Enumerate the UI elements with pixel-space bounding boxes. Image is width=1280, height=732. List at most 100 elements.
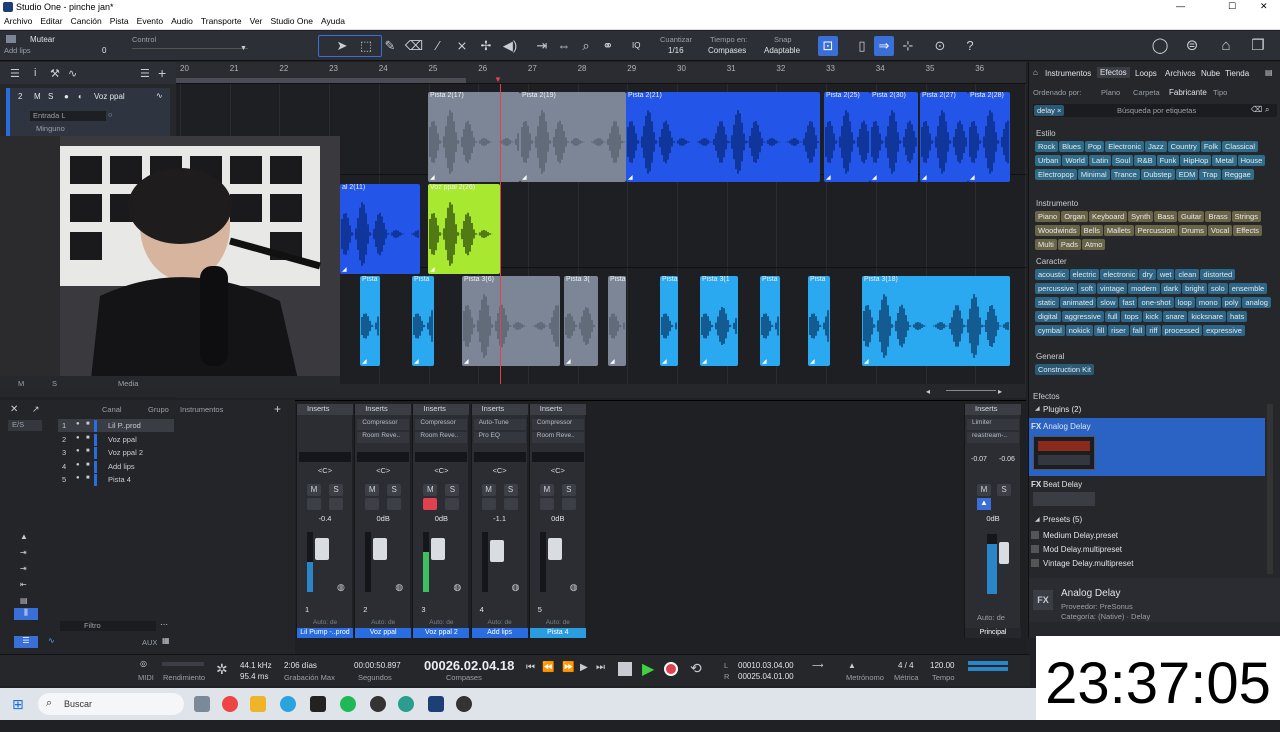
- solo-button[interactable]: S: [561, 484, 576, 496]
- tag-caracter[interactable]: poly: [1221, 297, 1242, 308]
- paint-tool-icon[interactable]: ⁄: [428, 36, 448, 56]
- master-auto-label[interactable]: Auto: de: [977, 613, 1005, 622]
- forward-icon[interactable]: ⏩: [562, 662, 574, 673]
- aux-toggle[interactable]: AUX: [142, 638, 157, 647]
- audio-clip[interactable]: Pista 3(18) ◢: [862, 276, 1010, 366]
- punch-icon[interactable]: ⟶: [812, 661, 823, 670]
- tag-estilo[interactable]: Electropop: [1035, 169, 1077, 180]
- settings-icon[interactable]: ✲: [216, 661, 228, 678]
- close-button[interactable]: ✕: [1260, 1, 1268, 12]
- preset-item[interactable]: Mod Delay.multipreset: [1029, 544, 1265, 556]
- record-button[interactable]: [664, 662, 678, 676]
- channel-name-label[interactable]: Add lips: [471, 628, 528, 638]
- menu-audio[interactable]: Audio: [167, 14, 197, 26]
- audio-clip[interactable]: Pista 2(25) ◢: [824, 92, 870, 182]
- tag-instrumento[interactable]: Strings: [1231, 211, 1261, 222]
- range-tool-icon[interactable]: ⬚: [356, 36, 376, 56]
- sort-plano[interactable]: Plano: [1101, 88, 1120, 97]
- listen-tool-icon[interactable]: ◀): [500, 36, 520, 56]
- tag-estilo[interactable]: Pop: [1084, 141, 1105, 152]
- record-arm-icon[interactable]: ●: [64, 92, 69, 101]
- tag-instrumento[interactable]: Atmo: [1081, 239, 1106, 250]
- tab-tienda[interactable]: Tienda: [1225, 69, 1249, 78]
- tag-estilo[interactable]: Rock: [1035, 141, 1059, 152]
- tag-estilo[interactable]: Electronic: [1105, 141, 1145, 152]
- grid-icon[interactable]: ▦: [162, 636, 170, 645]
- tag-estilo[interactable]: Trance: [1110, 169, 1140, 180]
- tag-caracter[interactable]: aggressive: [1061, 311, 1104, 322]
- chevron-down-icon[interactable]: ▼: [240, 45, 247, 52]
- track-row[interactable]: 2 M S ● ◐ Voz ppal ∿ Entrada L ○ Minguno: [6, 88, 170, 138]
- plugins-group[interactable]: ◢ Plugins (2): [1029, 404, 1267, 416]
- mute-button[interactable]: M: [365, 484, 380, 496]
- monitor-button[interactable]: [445, 498, 460, 510]
- tag-caracter[interactable]: digital: [1035, 311, 1061, 322]
- bend-tool-icon[interactable]: ✢: [476, 36, 496, 56]
- list-icon[interactable]: ☰: [140, 67, 150, 80]
- playhead-marker[interactable]: ▼: [494, 75, 502, 84]
- insert-slot[interactable]: Compressor: [415, 419, 468, 430]
- studio-one-icon[interactable]: [428, 696, 444, 712]
- clip-fade-icon[interactable]: ◢: [362, 358, 367, 365]
- menu-archivo[interactable]: Archivo: [0, 14, 36, 26]
- clip-fade-icon[interactable]: ◢: [522, 174, 527, 181]
- loop-end[interactable]: 00025.04.01.00: [738, 672, 794, 681]
- tag-caracter[interactable]: analog: [1242, 297, 1271, 308]
- audio-clip[interactable]: Pista 2(19) ◢: [520, 92, 626, 182]
- rewind-icon[interactable]: ⏪: [542, 662, 554, 673]
- wrench-icon[interactable]: ⚒: [50, 67, 60, 80]
- tag-estilo[interactable]: Classical: [1222, 141, 1259, 152]
- master-insert-1[interactable]: Limiter: [967, 419, 1019, 430]
- mute-button[interactable]: M: [481, 484, 496, 496]
- clip-fade-icon[interactable]: ◢: [810, 358, 815, 365]
- clip-fade-icon[interactable]: ◢: [566, 358, 571, 365]
- pan-knob-icon[interactable]: ◍: [453, 582, 461, 593]
- volume-fader[interactable]: [489, 540, 504, 562]
- metronome-icon[interactable]: ▲: [848, 661, 856, 670]
- tag-caracter[interactable]: mono: [1195, 297, 1221, 308]
- windows-start-icon[interactable]: ⊞: [12, 696, 24, 713]
- preset-item[interactable]: Medium Delay.preset: [1029, 530, 1265, 542]
- channel-name-label[interactable]: Voz ppal 2: [413, 628, 470, 638]
- tag-instrumento[interactable]: Pads: [1057, 239, 1081, 250]
- tag-caracter[interactable]: wet: [1156, 269, 1175, 280]
- arrow-tool-icon[interactable]: ➤: [332, 36, 352, 56]
- spotify-icon[interactable]: [340, 696, 356, 712]
- tag-caracter[interactable]: fill: [1094, 325, 1108, 336]
- tag-instrumento[interactable]: Effects: [1233, 225, 1263, 236]
- tempo-value[interactable]: 120.00: [930, 661, 954, 670]
- keyboard-view-icon[interactable]: ⫼: [14, 608, 38, 620]
- visibility-icon[interactable]: ●: [76, 421, 80, 427]
- eraser-tool-icon[interactable]: ⌫: [404, 36, 424, 56]
- clip-fade-icon[interactable]: ◢: [702, 358, 707, 365]
- more-icon[interactable]: ⋯: [160, 620, 168, 629]
- tag-caracter[interactable]: fall: [1129, 325, 1146, 336]
- snap-toggle-icon[interactable]: ⊡: [818, 36, 838, 56]
- tag-estilo[interactable]: Metal: [1212, 155, 1237, 166]
- search-icon[interactable]: ⌕: [1265, 105, 1269, 115]
- master-inserts-header[interactable]: Inserts: [965, 404, 1021, 415]
- pan-knob-icon[interactable]: ◍: [395, 582, 403, 593]
- timebase-select[interactable]: Compases: [708, 46, 746, 55]
- master-solo-button[interactable]: S: [997, 484, 1011, 496]
- automation-icon[interactable]: ∿: [68, 67, 77, 80]
- mute-button[interactable]: M: [539, 484, 554, 496]
- zoom-icon[interactable]: ⌕: [576, 36, 596, 56]
- volume-fader[interactable]: [315, 538, 329, 560]
- view-icon[interactable]: ■: [86, 462, 90, 468]
- tag-caracter[interactable]: clean: [1175, 269, 1200, 280]
- clip-fade-icon[interactable]: ◢: [628, 174, 633, 181]
- tag-caracter[interactable]: expressive: [1203, 325, 1245, 336]
- play-button[interactable]: ▶: [642, 659, 654, 679]
- solo-button[interactable]: S: [387, 484, 402, 496]
- iq-button[interactable]: IQ: [632, 41, 640, 50]
- automation-view-icon[interactable]: ∿: [48, 636, 55, 645]
- volume-fader[interactable]: [373, 538, 388, 560]
- solo-button[interactable]: S: [503, 484, 518, 496]
- tag-instrumento[interactable]: Piano: [1035, 211, 1061, 222]
- follow-icon[interactable]: ⇒: [874, 36, 894, 56]
- tag-estilo[interactable]: Jazz: [1145, 141, 1167, 152]
- view-icon[interactable]: ■: [86, 475, 90, 481]
- end-icon[interactable]: ⏭: [596, 662, 605, 673]
- tag-caracter[interactable]: distorted: [1200, 269, 1236, 280]
